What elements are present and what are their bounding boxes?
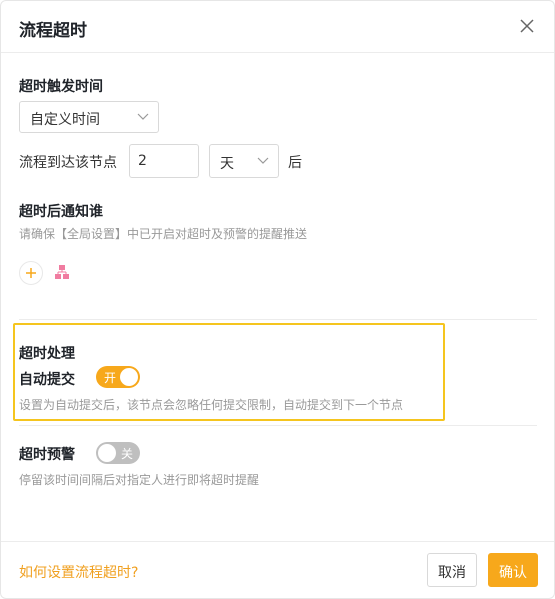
dialog-title: 流程超时 (19, 21, 87, 41)
confirm-button[interactable]: 确认 (488, 553, 538, 587)
timeout-unit-value: 天 (220, 156, 234, 172)
toggle-knob (120, 368, 138, 386)
chevron-down-icon (137, 113, 149, 120)
add-notify-button[interactable] (19, 261, 43, 285)
toggle-knob (98, 444, 116, 462)
notify-hint: 请确保【全局设置】中已开启对超时及预警的提醒推送 (19, 227, 308, 241)
chevron-down-icon (257, 157, 269, 164)
timeout-amount-value: 2 (138, 153, 147, 169)
section-divider (19, 319, 537, 320)
dialog-footer: 如何设置流程超时? 取消 确认 (1, 541, 554, 598)
timeout-amount-input[interactable]: 2 (129, 144, 199, 178)
section-divider (19, 425, 537, 426)
timeout-handling-label: 超时处理 (19, 346, 75, 362)
auto-submit-toggle[interactable]: 开 (96, 366, 140, 388)
trigger-type-select[interactable]: 自定义时间 (19, 101, 159, 133)
notify-label: 超时后通知谁 (19, 204, 103, 220)
close-icon[interactable] (516, 15, 538, 37)
timeout-dialog: 流程超时 超时触发时间 自定义时间 流程到达该节点 2 天 后 超时后通知谁 请… (0, 0, 555, 599)
timeout-warning-hint: 停留该时间间隔后对指定人进行即将超时提醒 (19, 473, 260, 487)
after-label: 后 (288, 155, 302, 171)
cancel-button[interactable]: 取消 (427, 553, 477, 587)
timeout-warning-label: 超时预警 (19, 447, 75, 463)
plus-icon (26, 268, 36, 278)
arrive-node-label: 流程到达该节点 (19, 155, 117, 171)
auto-submit-label: 自动提交 (19, 372, 75, 388)
trigger-type-value: 自定义时间 (30, 112, 100, 128)
toggle-on-text: 开 (104, 371, 117, 385)
toggle-off-text: 关 (120, 447, 133, 461)
auto-submit-hint: 设置为自动提交后，该节点会忽略任何提交限制，自动提交到下一个节点 (19, 398, 404, 412)
timeout-warning-toggle[interactable]: 关 (96, 442, 140, 464)
dialog-header: 流程超时 (1, 1, 554, 53)
timeout-unit-select[interactable]: 天 (209, 144, 279, 178)
org-structure-icon[interactable] (54, 264, 70, 280)
help-link[interactable]: 如何设置流程超时? (19, 562, 138, 582)
trigger-time-label: 超时触发时间 (19, 79, 103, 95)
